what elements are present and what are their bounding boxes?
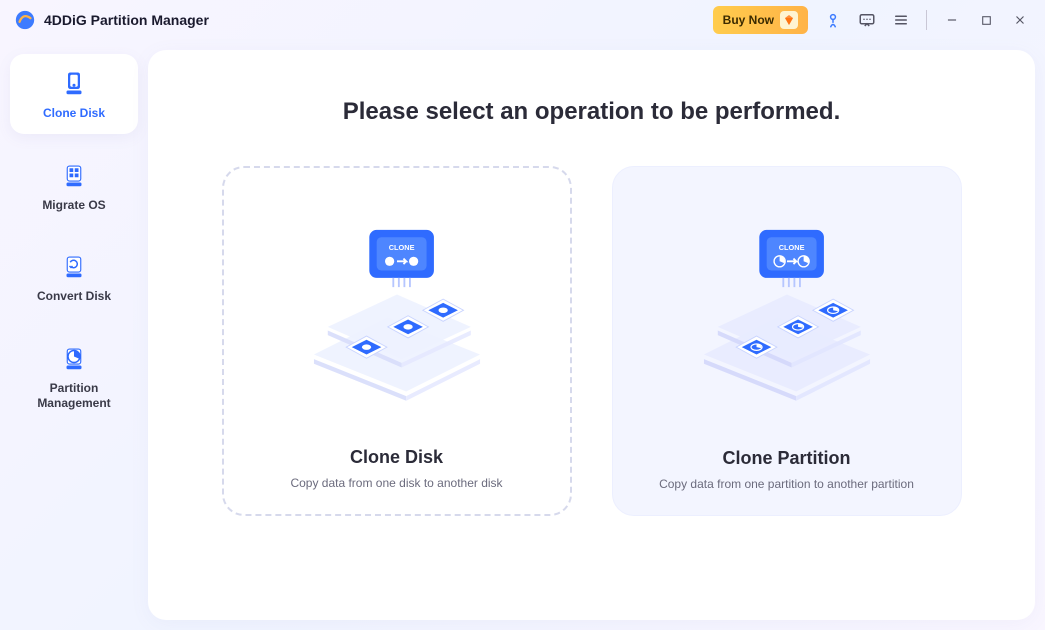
maximize-button[interactable] xyxy=(972,6,1000,34)
card-title: Clone Partition xyxy=(722,448,850,469)
person-icon[interactable] xyxy=(819,6,847,34)
svg-text:CLONE: CLONE xyxy=(778,243,804,252)
sidebar-item-migrate-os[interactable]: Migrate OS xyxy=(10,146,138,226)
diamond-icon xyxy=(780,11,798,29)
sidebar-item-label: Clone Disk xyxy=(43,106,105,122)
buy-now-button[interactable]: Buy Now xyxy=(713,6,808,34)
minimize-button[interactable] xyxy=(938,6,966,34)
page-title: Please select an operation to be perform… xyxy=(343,98,840,126)
svg-text:CLONE: CLONE xyxy=(388,243,414,252)
main-panel: Please select an operation to be perform… xyxy=(148,50,1035,620)
card-title: Clone Disk xyxy=(350,447,443,468)
sidebar-item-label: Partition Management xyxy=(16,381,132,412)
app-logo-icon xyxy=(14,9,36,31)
card-desc: Copy data from one disk to another disk xyxy=(290,475,502,492)
clone-disk-illustration: CLONE xyxy=(267,186,527,439)
app-title: 4DDiG Partition Manager xyxy=(44,12,209,28)
buy-now-label: Buy Now xyxy=(723,13,774,27)
card-desc: Copy data from one partition to another … xyxy=(659,476,914,493)
message-icon[interactable] xyxy=(853,6,881,34)
sidebar-item-label: Convert Disk xyxy=(37,289,111,305)
card-clone-disk[interactable]: CLONE xyxy=(222,166,572,516)
migrate-os-icon xyxy=(59,160,89,190)
sidebar-item-convert-disk[interactable]: Convert Disk xyxy=(10,237,138,317)
clone-partition-illustration: CLONE xyxy=(657,185,917,440)
divider xyxy=(926,10,927,30)
clone-disk-icon xyxy=(59,68,89,98)
close-button[interactable] xyxy=(1006,6,1034,34)
card-clone-partition[interactable]: CLONE xyxy=(612,166,962,516)
sidebar-item-label: Migrate OS xyxy=(42,198,105,214)
convert-disk-icon xyxy=(59,251,89,281)
partition-management-icon xyxy=(59,343,89,373)
cards-row: CLONE xyxy=(222,166,962,516)
content-area: Clone Disk Migrate OS xyxy=(0,40,1045,630)
sidebar-item-clone-disk[interactable]: Clone Disk xyxy=(10,54,138,134)
titlebar: 4DDiG Partition Manager Buy Now xyxy=(0,0,1045,40)
sidebar-item-partition-management[interactable]: Partition Management xyxy=(10,329,138,424)
menu-icon[interactable] xyxy=(887,6,915,34)
sidebar: Clone Disk Migrate OS xyxy=(10,50,138,620)
